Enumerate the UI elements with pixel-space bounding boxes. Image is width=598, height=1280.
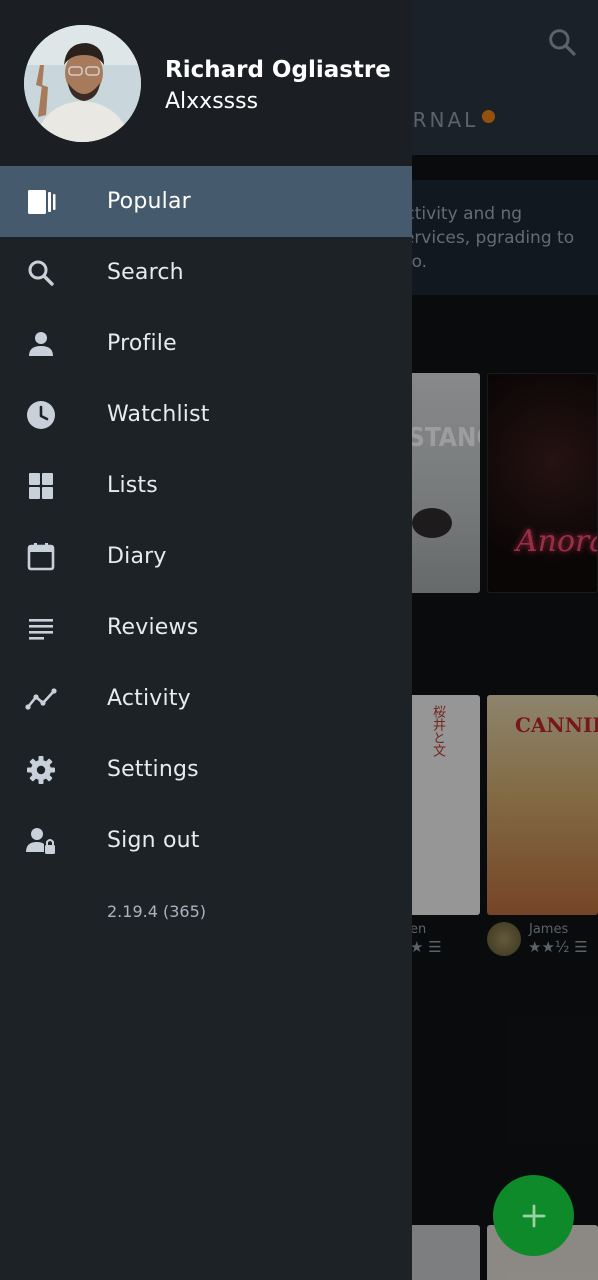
user-handle: Alxxssss [165,89,259,114]
menu-item-reviews[interactable]: Reviews [0,592,412,663]
grid-icon [24,469,58,503]
person-icon [24,327,58,361]
user-name[interactable]: Richard Ogliastre [165,57,391,83]
popular-icon [24,185,58,219]
calendar-icon [24,540,58,574]
gear-icon [24,753,58,787]
person-lock-icon [24,824,58,858]
menu-item-diary[interactable]: Diary [0,521,412,592]
menu-item-label: Popular [107,189,191,214]
add-button[interactable] [493,1175,574,1256]
menu-item-label: Activity [107,686,191,711]
menu-item-label: Watchlist [107,402,210,427]
plus-icon [522,1204,545,1227]
menu-item-search[interactable]: Search [0,237,412,308]
drawer-menu: Popular Search Profile Watchlist Lists D… [0,166,412,876]
menu-item-label: Settings [107,757,199,782]
menu-item-label: Diary [107,544,167,569]
menu-item-profile[interactable]: Profile [0,308,412,379]
menu-item-label: Lists [107,473,158,498]
avatar[interactable] [24,25,141,142]
navigation-drawer: Richard Ogliastre Alxxssss Popular Searc… [0,0,412,1280]
menu-item-lists[interactable]: Lists [0,450,412,521]
lines-icon [24,611,58,645]
menu-item-watchlist[interactable]: Watchlist [0,379,412,450]
menu-item-sign-out[interactable]: Sign out [0,805,412,876]
menu-item-label: Reviews [107,615,199,640]
clock-icon [24,398,58,432]
search-icon [24,256,58,290]
app-version: 2.19.4 (365) [107,902,206,921]
avatar-photo [24,25,141,142]
menu-item-label: Search [107,260,184,285]
drawer-header: Richard Ogliastre Alxxssss [0,0,412,166]
menu-item-settings[interactable]: Settings [0,734,412,805]
menu-item-label: Profile [107,331,177,356]
menu-item-popular[interactable]: Popular [0,166,412,237]
menu-item-label: Sign out [107,828,200,853]
menu-item-activity[interactable]: Activity [0,663,412,734]
activity-icon [24,682,58,716]
